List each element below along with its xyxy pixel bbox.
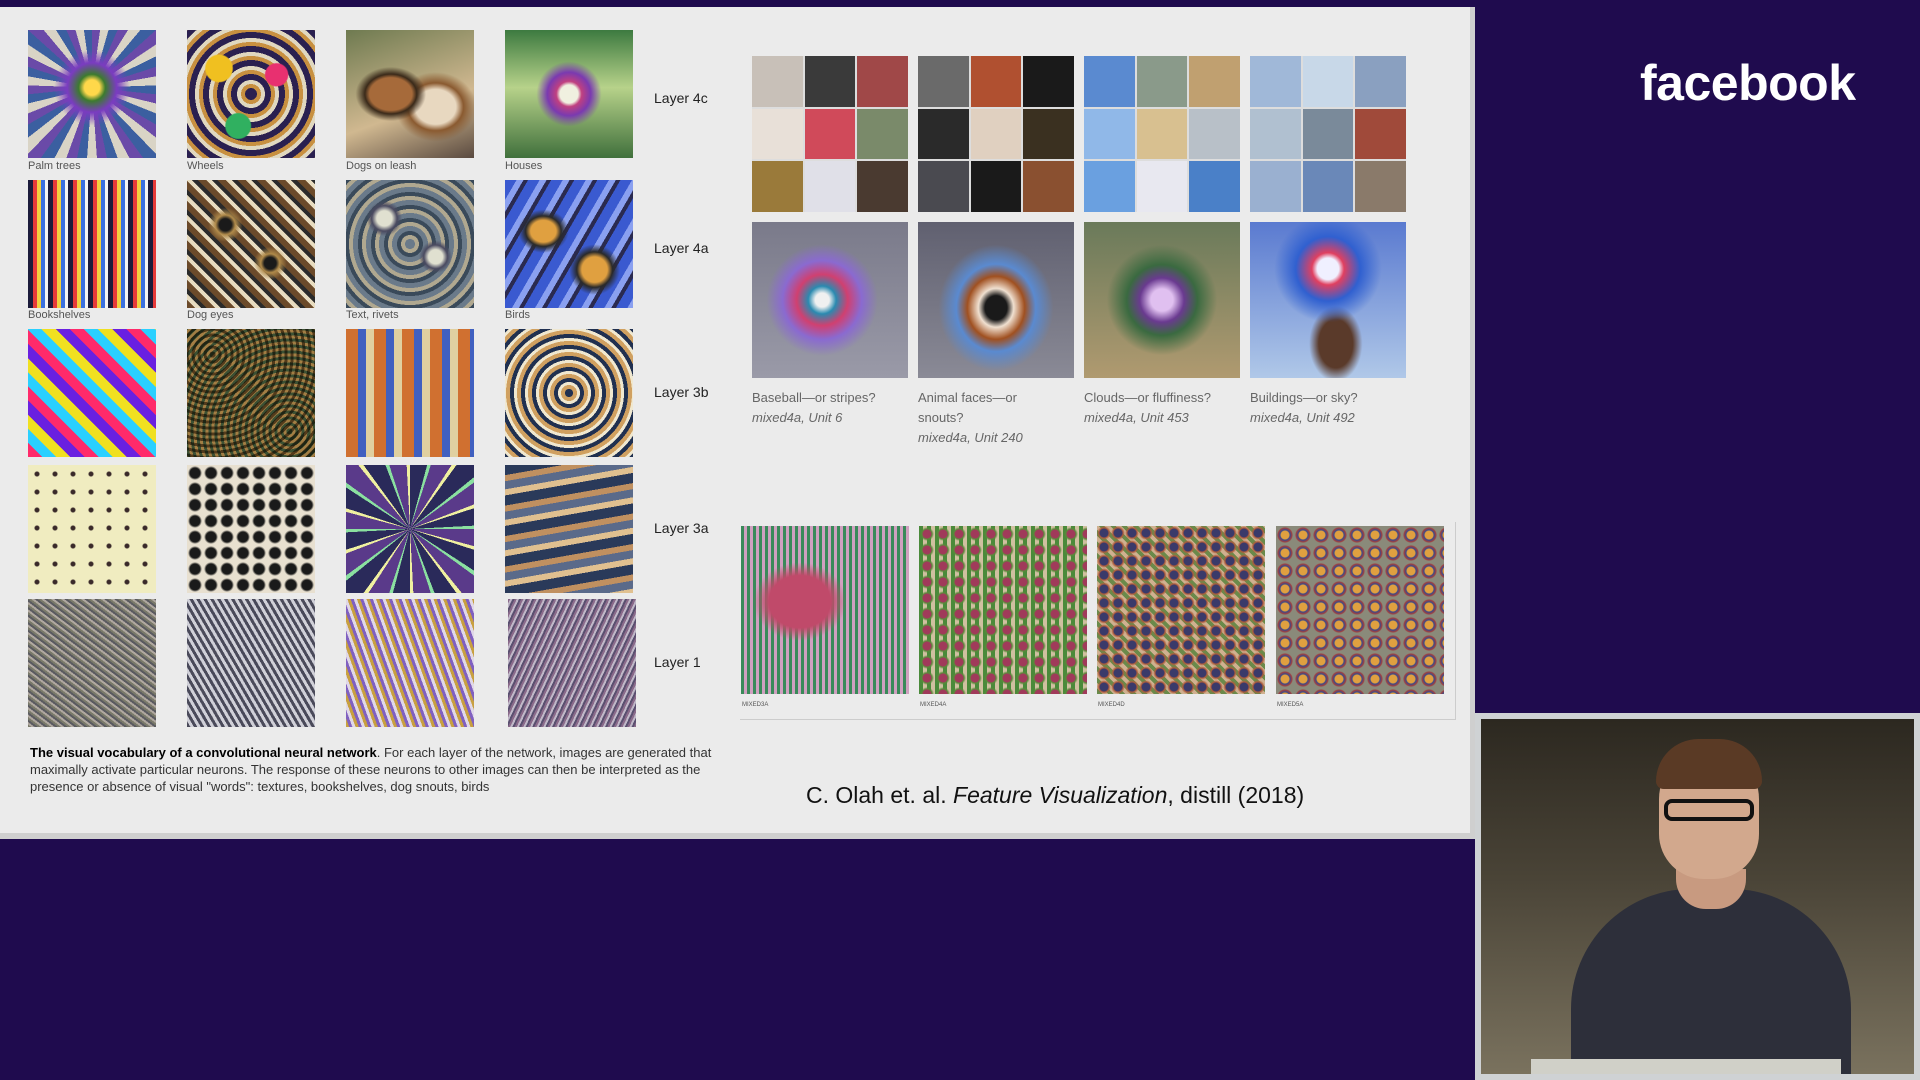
mixed4a-label: MIXED4A: [920, 702, 947, 708]
text-rivets-visualization: [346, 180, 474, 308]
layer-1-tile-2: [187, 599, 315, 727]
unit-6-visualization: [752, 222, 908, 378]
layer-1-tile-3: [346, 599, 474, 727]
layer-3a-tile-4: [505, 465, 633, 593]
unit-240-id: mixed4a, Unit 240: [918, 430, 1023, 445]
unit-6-id: mixed4a, Unit 6: [752, 410, 843, 425]
unit-453-visualization: [1084, 222, 1240, 378]
layer-3a-tile-3: [346, 465, 474, 593]
mixed4d-visualization: [1097, 526, 1265, 694]
animal-faces-examples-grid: [918, 56, 1074, 212]
layer-3b-tile-3: [346, 329, 474, 457]
layer-3a-tile-1: [28, 465, 156, 593]
speaker-glasses: [1664, 799, 1754, 821]
layer-label-1: Layer 1: [654, 654, 701, 670]
wheels-visualization: [187, 30, 315, 158]
mixed3a-label: MIXED3A: [742, 702, 769, 708]
mixed5a-visualization: [1276, 526, 1444, 694]
bookshelves-visualization: [28, 180, 156, 308]
layer-label-4a: Layer 4a: [654, 240, 709, 256]
baseball-examples-grid: [752, 56, 908, 212]
unit-492-id: mixed4a, Unit 492: [1250, 410, 1355, 425]
birds-visualization: [505, 180, 633, 308]
palm-trees-visualization: [28, 30, 156, 158]
figure-caption: The visual vocabulary of a convolutional…: [30, 744, 718, 795]
unit-6-caption: Baseball—or stripes? mixed4a, Unit 6: [752, 388, 912, 428]
unit-453-id: mixed4a, Unit 453: [1084, 410, 1189, 425]
layer-3b-tile-4: [505, 329, 633, 457]
layer-1-tile-1: [28, 599, 156, 727]
podium: [1531, 1059, 1841, 1074]
layer-1-tile-4: [508, 599, 636, 727]
speaker-video-frame: [1481, 719, 1914, 1074]
facebook-logo: facebook: [1640, 55, 1856, 111]
unit-492-caption: Buildings—or sky? mixed4a, Unit 492: [1250, 388, 1410, 428]
dogs-on-leash-visualization: [346, 30, 474, 158]
unit-492-title: Buildings—or sky?: [1250, 390, 1358, 405]
citation-suffix: , distill (2018): [1167, 782, 1305, 808]
layer-3b-tile-1: [28, 329, 156, 457]
caption-dog-eyes: Dog eyes: [187, 309, 234, 321]
speaker-video: [1475, 713, 1920, 1080]
unit-453-title: Clouds—or fluffiness?: [1084, 390, 1211, 405]
mixed-layers-panel: MIXED3A MIXED4A MIXED4D MIXED5A: [740, 522, 1456, 720]
unit-240-title: Animal faces—or snouts?: [918, 390, 1017, 425]
speaker-body: [1571, 889, 1851, 1074]
mixed3a-visualization: [741, 526, 909, 694]
caption-houses: Houses: [505, 160, 543, 172]
layer-label-4c: Layer 4c: [654, 90, 708, 106]
caption-bookshelves: Bookshelves: [28, 309, 91, 321]
houses-visualization: [505, 30, 633, 158]
layer-label-3a: Layer 3a: [654, 520, 709, 536]
unit-453-caption: Clouds—or fluffiness? mixed4a, Unit 453: [1084, 388, 1244, 428]
layer-3a-tile-2: [187, 465, 315, 593]
dog-eyes-visualization: [187, 180, 315, 308]
caption-birds: Birds: [505, 309, 531, 321]
caption-dogs-on-leash: Dogs on leash: [346, 160, 417, 172]
unit-240-visualization: [918, 222, 1074, 378]
caption-text-rivets: Text, rivets: [346, 309, 399, 321]
unit-240-caption: Animal faces—or snouts? mixed4a, Unit 24…: [918, 388, 1048, 448]
presentation-slide: Palm trees Wheels Dogs on leash Houses L…: [0, 7, 1475, 839]
figure-caption-bold: The visual vocabulary of a convolutional…: [30, 745, 377, 760]
buildings-examples-grid: [1250, 56, 1406, 212]
mixed4d-label: MIXED4D: [1098, 702, 1125, 708]
mixed5a-label: MIXED5A: [1277, 702, 1304, 708]
unit-6-title: Baseball—or stripes?: [752, 390, 876, 405]
citation-prefix: C. Olah et. al.: [806, 782, 954, 808]
citation: C. Olah et. al. Feature Visualization, d…: [806, 782, 1304, 809]
layer-label-3b: Layer 3b: [654, 384, 709, 400]
speaker-hair: [1656, 739, 1762, 789]
layer-3b-tile-2: [187, 329, 315, 457]
mixed4a-visualization: [919, 526, 1087, 694]
unit-492-visualization: [1250, 222, 1406, 378]
citation-title: Feature Visualization: [953, 782, 1168, 808]
caption-wheels: Wheels: [187, 160, 224, 172]
clouds-examples-grid: [1084, 56, 1240, 212]
caption-palm-trees: Palm trees: [28, 160, 81, 172]
